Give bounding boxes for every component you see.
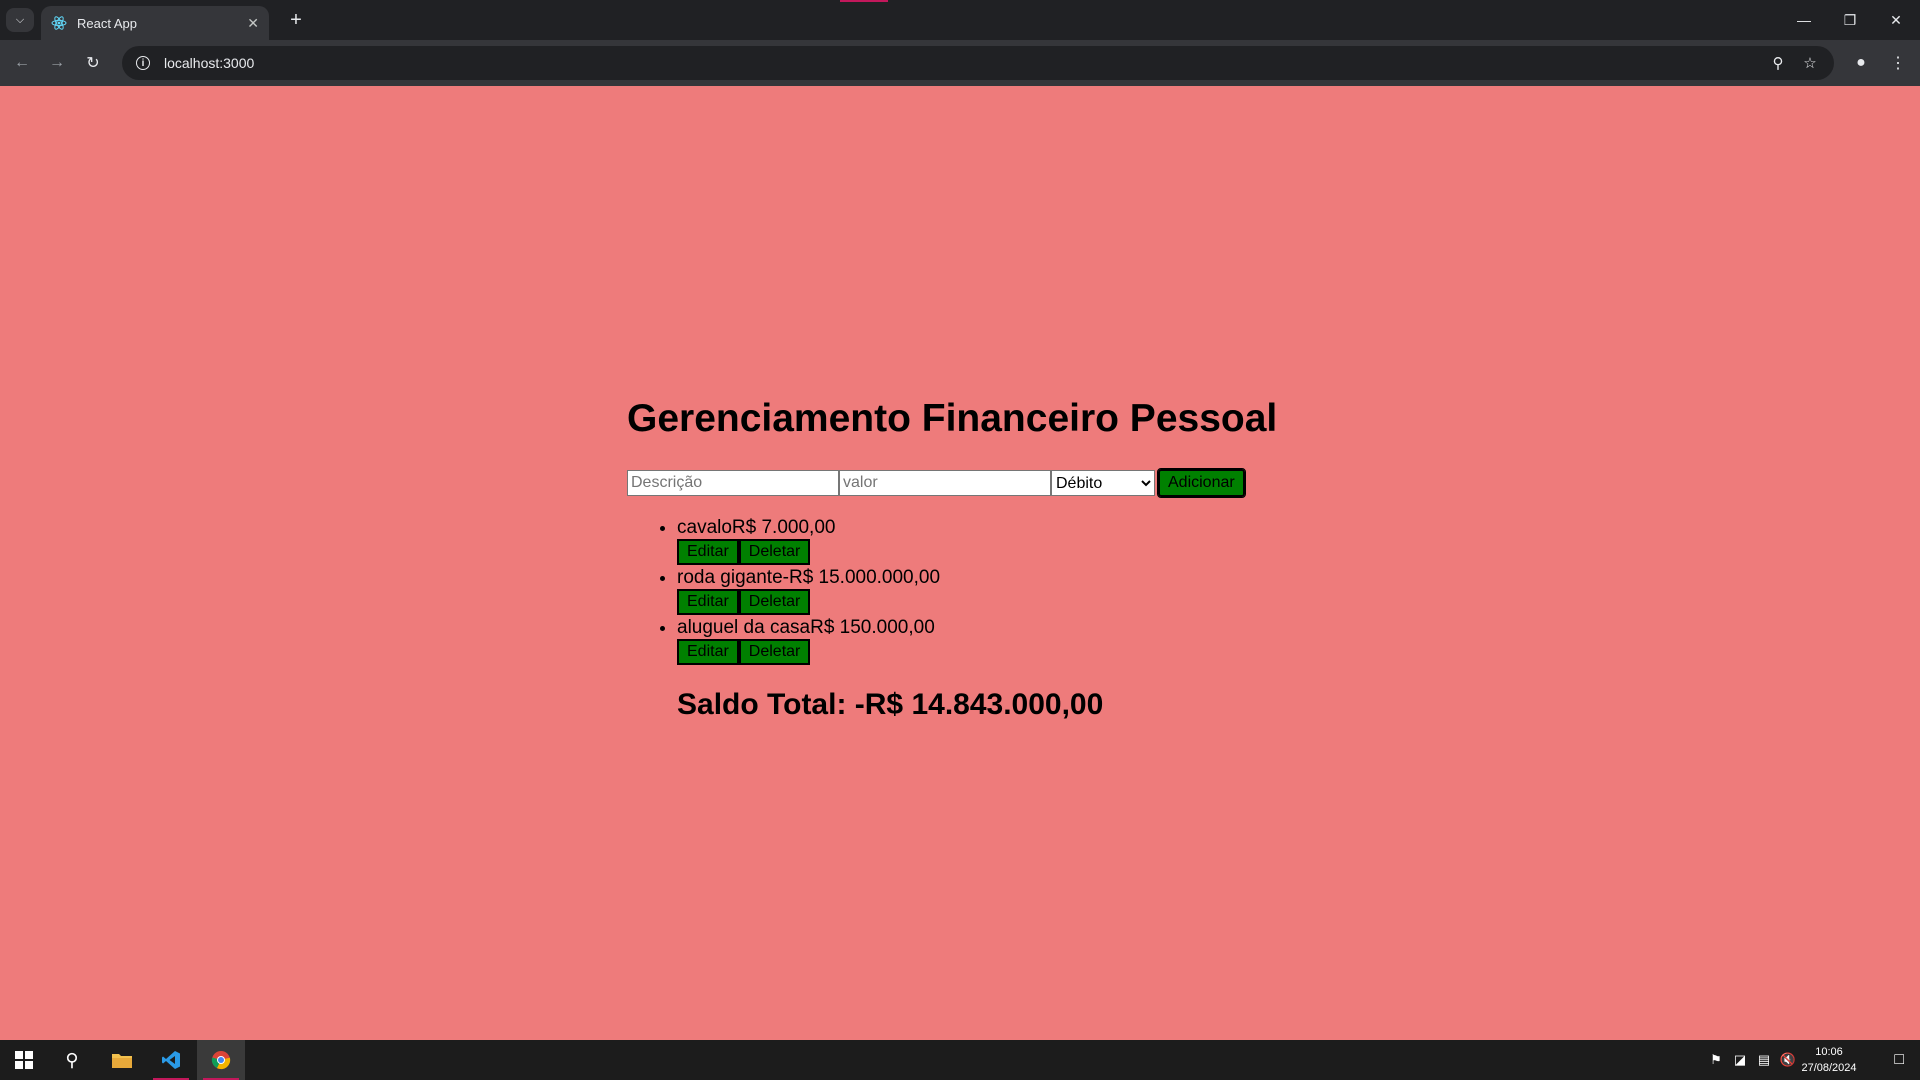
list-item: roda gigante-R$ 15.000.000,00 Editar Del…: [677, 566, 1347, 615]
page-title: Gerenciamento Financeiro Pessoal: [627, 397, 1278, 440]
type-select[interactable]: Débito: [1051, 470, 1155, 496]
vscode-logo-icon: [162, 1051, 180, 1069]
edit-button[interactable]: Editar: [677, 539, 739, 565]
edit-button[interactable]: Editar: [677, 589, 739, 615]
close-window-button[interactable]: ✕: [1876, 8, 1916, 32]
new-tab-button[interactable]: +: [282, 8, 310, 32]
reload-icon[interactable]: ↻: [81, 51, 105, 75]
windows-logo-icon: [15, 1051, 33, 1069]
security-icon[interactable]: ⚑: [1704, 1052, 1728, 1068]
menu-kebab-icon[interactable]: ⋮: [1886, 51, 1910, 75]
meet-now-icon[interactable]: ◪: [1728, 1052, 1752, 1068]
chrome-logo-icon: [211, 1051, 231, 1070]
page-viewport: Gerenciamento Financeiro Pessoal Débito …: [0, 86, 1920, 1040]
delete-button[interactable]: Deletar: [738, 589, 811, 615]
tab-search-button[interactable]: ⌵: [6, 8, 34, 32]
total-balance: Saldo Total: -R$ 14.843.000,00: [677, 688, 1104, 721]
react-icon: [51, 16, 67, 30]
back-icon[interactable]: ←: [10, 51, 34, 75]
address-bar[interactable]: i localhost:3000 ⚲ ☆: [122, 46, 1834, 80]
add-button[interactable]: Adicionar: [1157, 468, 1246, 498]
transaction-text: aluguel da casaR$ 150.000,00: [677, 617, 935, 638]
transaction-text: roda gigante-R$ 15.000.000,00: [677, 567, 941, 588]
forward-icon[interactable]: →: [45, 51, 69, 75]
delete-button[interactable]: Deletar: [738, 539, 811, 565]
list-item: cavaloR$ 7.000,00 Editar Deletar: [677, 516, 1347, 565]
vscode-icon[interactable]: [147, 1040, 195, 1080]
site-info-icon[interactable]: i: [136, 56, 150, 70]
description-input[interactable]: [627, 470, 839, 496]
tab-title: React App: [77, 15, 137, 31]
browser-toolbar: ← → ↻ i localhost:3000 ⚲ ☆ ● ⋮: [0, 40, 1920, 86]
finance-app: Gerenciamento Financeiro Pessoal Débito …: [627, 396, 1347, 723]
browser-tab[interactable]: React App ✕: [41, 6, 269, 40]
zoom-icon[interactable]: ⚲: [1766, 46, 1790, 80]
value-input[interactable]: [839, 470, 1051, 496]
transaction-actions: Editar Deletar: [677, 639, 1347, 665]
minimize-button[interactable]: —: [1784, 8, 1824, 32]
window-accent-strip: [840, 0, 888, 2]
search-icon[interactable]: ⚲: [48, 1040, 96, 1080]
restore-button[interactable]: ❐: [1830, 8, 1870, 32]
close-tab-icon[interactable]: ✕: [247, 15, 259, 32]
profile-icon[interactable]: ●: [1849, 51, 1873, 75]
network-icon[interactable]: ▤: [1752, 1052, 1776, 1068]
address-text: localhost:3000: [164, 55, 255, 71]
list-item: aluguel da casaR$ 150.000,00 Editar Dele…: [677, 616, 1347, 665]
transaction-form: Débito Adicionar: [627, 468, 1347, 498]
folder-icon: [112, 1054, 132, 1068]
transaction-list: cavaloR$ 7.000,00 Editar Deletar roda gi…: [627, 516, 1347, 665]
windows-start-icon[interactable]: [0, 1040, 48, 1080]
transaction-actions: Editar Deletar: [677, 589, 1347, 615]
chrome-icon[interactable]: [197, 1040, 245, 1080]
clock-date: 27/08/2024: [1801, 1062, 1857, 1074]
delete-button[interactable]: Deletar: [738, 639, 811, 665]
clock-time: 10:06: [1815, 1046, 1843, 1058]
taskbar-clock[interactable]: 10:06 27/08/2024: [1794, 1044, 1864, 1076]
notification-icon[interactable]: □: [1894, 1051, 1904, 1069]
bookmark-star-icon[interactable]: ☆: [1798, 46, 1822, 80]
transaction-actions: Editar Deletar: [677, 539, 1347, 565]
browser-tab-bar: ⌵ React App ✕ + — ❐ ✕: [0, 0, 1920, 40]
edit-button[interactable]: Editar: [677, 639, 739, 665]
file-explorer-icon[interactable]: [98, 1040, 146, 1080]
system-tray: ⚑ ◪ ▤ 🔇: [1704, 1040, 1800, 1080]
transaction-text: cavaloR$ 7.000,00: [677, 517, 836, 538]
taskbar: ⚲ ⚑ ◪ ▤ 🔇 10:06 27/08/2024 □: [0, 1040, 1920, 1080]
